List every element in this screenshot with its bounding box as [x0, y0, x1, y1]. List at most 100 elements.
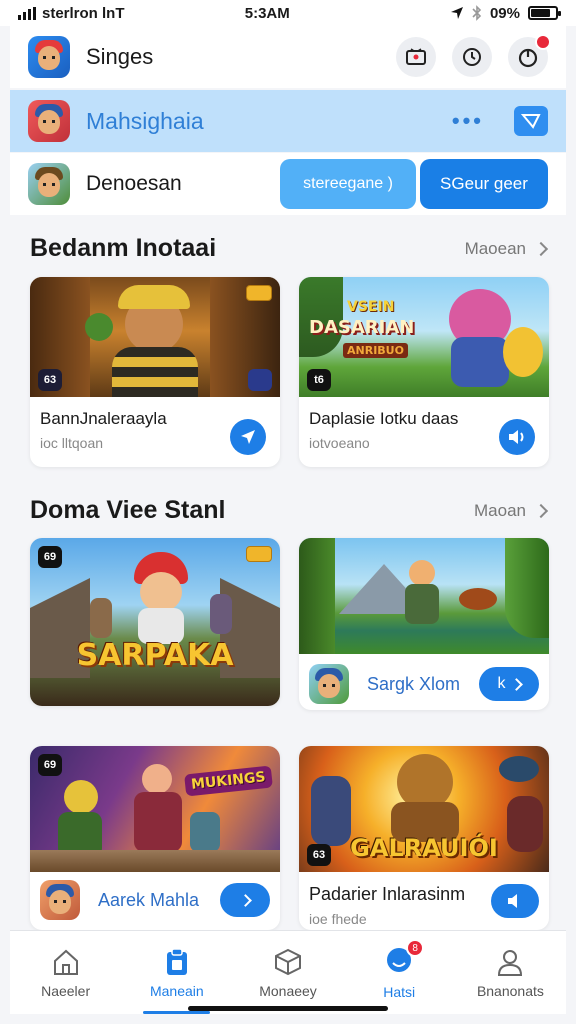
art-title: MUKINGS	[184, 765, 273, 797]
secondary-action-button[interactable]: stereegane )	[280, 159, 416, 209]
game-avatar-icon	[40, 880, 80, 920]
location-icon	[450, 7, 463, 19]
history-button[interactable]	[452, 37, 492, 77]
person-icon	[498, 949, 523, 976]
bottom-tab-bar: Naeeler Maneain Monaeey 8 Hatsi Bnanonat…	[10, 930, 566, 1014]
game-card[interactable]: 63 BannJnaleraayla ioc lltqoan	[30, 277, 280, 467]
open-button[interactable]	[220, 883, 270, 917]
status-bar: sterlron lnT 5:3AM 09%	[0, 0, 576, 26]
gold-chip-icon	[246, 546, 272, 562]
send-button[interactable]	[514, 106, 548, 136]
app-avatar-icon[interactable]	[28, 36, 70, 78]
primary-action-button[interactable]: SGeur geer	[420, 159, 548, 209]
chevron-right-icon	[509, 677, 523, 691]
notification-badge	[535, 34, 551, 50]
gold-chip-icon	[246, 285, 272, 301]
rating-badge: 69	[38, 754, 62, 776]
tab-label: Maneain	[149, 982, 204, 999]
header-title: Singes	[86, 44, 154, 69]
section-header: Doma Viee Stanl Maoan	[30, 496, 549, 525]
rating-badge: 69	[38, 546, 62, 568]
inbox-button[interactable]	[396, 37, 436, 77]
play-button[interactable]	[230, 419, 266, 455]
game-art: GALRAUIÓI 63	[299, 746, 549, 872]
game-card[interactable]: MUKINGS 69 Aarek Mahla	[30, 746, 280, 930]
game-row-title: Denoesan	[86, 172, 182, 195]
power-icon	[518, 48, 538, 68]
send-icon	[241, 430, 255, 444]
game-art	[299, 538, 549, 654]
battery-icon	[528, 6, 561, 20]
status-left: sterlron lnT	[18, 5, 125, 22]
art-title-line: ANRIBUO	[343, 343, 408, 358]
tab-library[interactable]: Monaeey	[232, 931, 343, 1014]
send-icon	[521, 114, 541, 129]
open-button-label: K	[497, 675, 506, 692]
mini-card-title: Sargk Xlom	[367, 673, 461, 694]
header-row: Singes	[10, 26, 566, 88]
open-button[interactable]: K	[479, 667, 539, 701]
section-title: Bedanm Inotaai	[30, 234, 217, 262]
card-info: Daplasie Iotku daas iotvoeano	[299, 397, 549, 455]
card-footer: Aarek Mahla	[30, 872, 280, 928]
game-card[interactable]: SARPAKA 69	[30, 538, 280, 706]
tab-label: Naeeler	[41, 982, 91, 999]
volume-button[interactable]	[491, 884, 539, 918]
highlighted-row[interactable]: Mahsighaia •••	[10, 90, 566, 152]
game-thumbnail-icon	[28, 163, 70, 205]
game-art: VSEIN DASARIAN ANRIBUO t6	[299, 277, 549, 397]
inbox-icon	[406, 48, 426, 65]
active-tab-indicator	[143, 1011, 211, 1014]
mini-card-title: Aarek Mahla	[98, 889, 200, 910]
game-art: 63	[30, 277, 280, 397]
clipboard-icon	[166, 947, 187, 975]
bluetooth-icon	[472, 5, 482, 21]
chevron-right-icon	[533, 241, 549, 256]
speaker-icon	[508, 894, 517, 908]
notifications-button[interactable]	[508, 34, 551, 77]
game-card[interactable]: Sargk Xlom K	[299, 538, 549, 710]
section-title: Doma Viee Stanl	[30, 496, 226, 524]
see-more-link[interactable]: Maoean	[465, 239, 549, 259]
art-title: SARPAKA	[76, 638, 234, 673]
art-title-line: VSEIN	[347, 299, 395, 315]
art-title-line: DASARIAN	[309, 317, 415, 338]
game-genre-icon	[248, 369, 272, 391]
game-art: SARPAKA 69	[30, 538, 280, 706]
tab-home[interactable]: Naeeler	[10, 931, 121, 1014]
tab-label: Bnanonats	[476, 982, 544, 999]
tab-profile[interactable]: Bnanonats	[455, 931, 566, 1014]
status-time: 5:3AM	[244, 4, 290, 22]
highlight-title: Mahsighaia	[86, 107, 204, 134]
art-title: GALRAUIÓI	[350, 834, 498, 862]
see-more-label: Maoan	[474, 500, 526, 520]
chat-badge: 8	[406, 939, 425, 957]
see-more-link[interactable]: Maoan	[474, 500, 549, 521]
card-info: BannJnaleraayla ioc lltqoan	[30, 397, 280, 455]
tab-chat[interactable]: 8 Hatsi	[344, 931, 455, 1014]
battery-percent: 09%	[489, 4, 520, 22]
game-row: Denoesan stereegane ) SGeur geer	[10, 153, 566, 215]
game-avatar-icon	[309, 664, 349, 704]
game-card[interactable]: VSEIN DASARIAN ANRIBUO t6 Daplasie Iotku…	[299, 277, 549, 467]
section-header: Bedanm Inotaai Maoean	[30, 234, 549, 263]
game-avatar-icon	[28, 100, 70, 142]
rating-badge: 63	[307, 844, 331, 866]
signal-icon	[18, 6, 36, 20]
chat-icon-wrap: 8	[384, 939, 425, 978]
clock-icon	[463, 48, 481, 66]
tab-label: Hatsi	[383, 984, 416, 1000]
tab-main[interactable]: Maneain	[121, 931, 232, 1014]
rating-badge: 63	[38, 369, 62, 391]
chevron-right-icon	[533, 503, 549, 518]
game-art: MUKINGS 69	[30, 746, 280, 872]
box-icon	[275, 948, 301, 975]
card-footer: Sargk Xlom K	[299, 654, 549, 710]
carrier-label: sterlron lnT	[42, 4, 125, 22]
chevron-right-icon	[238, 893, 252, 907]
more-options-icon[interactable]: •••	[452, 108, 484, 134]
tab-label: Monaeey	[259, 982, 317, 999]
game-card[interactable]: GALRAUIÓI 63 Padarier Inlarasinm ioe fhe…	[299, 746, 549, 930]
rating-badge: t6	[307, 369, 331, 391]
volume-button[interactable]	[499, 419, 535, 455]
